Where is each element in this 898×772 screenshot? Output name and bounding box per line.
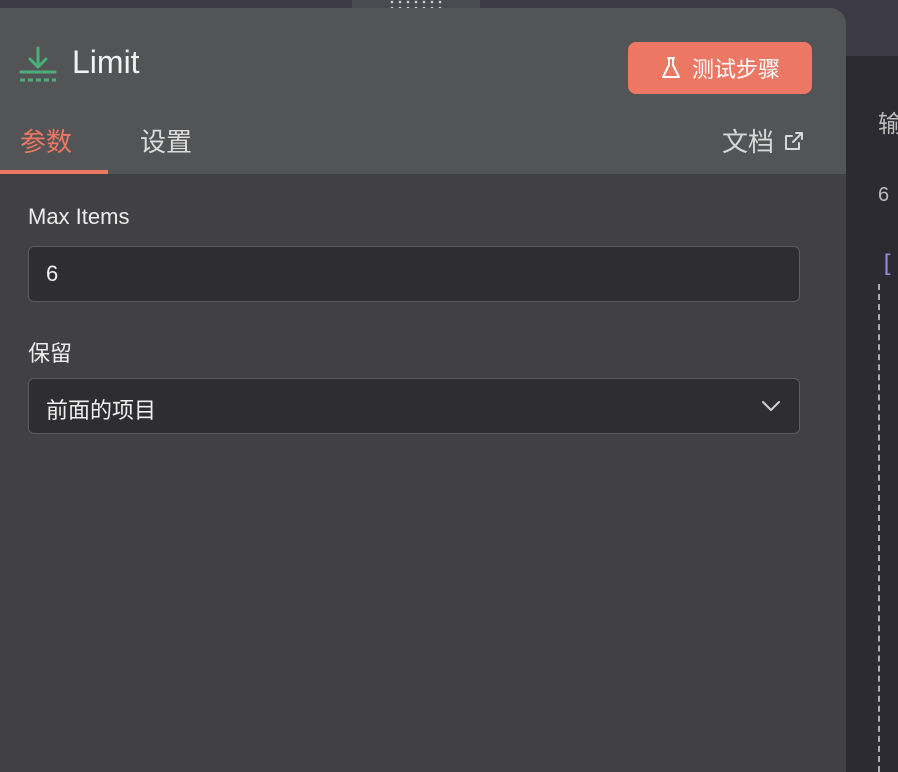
keep-select[interactable]: 前面的项目 <box>28 378 800 434</box>
json-indent-guide <box>878 284 880 772</box>
node-title: Limit <box>72 44 140 80</box>
external-link-icon <box>785 131 804 150</box>
test-step-label: 测试步骤 <box>691 57 780 82</box>
docs-label: 文档 <box>722 127 775 157</box>
test-step-button[interactable]: 测试步骤 <box>628 42 812 94</box>
download-limit-icon <box>19 46 57 82</box>
output-heading: 输 <box>878 111 898 138</box>
node-parameters-panel: Limit 测试步骤 参数 设置 文档 Max Items 保留 前面的项 <box>0 8 846 772</box>
max-items-label: Max Items <box>28 204 130 229</box>
max-items-field[interactable] <box>28 246 800 302</box>
tab-settings[interactable]: 设置 <box>140 122 192 159</box>
docs-link[interactable]: 文档 <box>722 122 804 159</box>
max-items-input[interactable] <box>29 247 799 301</box>
flask-icon <box>661 57 680 78</box>
output-item-count: 6 <box>878 184 890 206</box>
panel-header: Limit 测试步骤 参数 设置 文档 <box>0 8 846 174</box>
active-tab-indicator <box>0 170 108 174</box>
tab-parameters[interactable]: 参数 <box>20 122 72 159</box>
keep-select-value: 前面的项目 <box>46 398 157 423</box>
chevron-down-icon <box>762 401 780 411</box>
keep-label: 保留 <box>28 341 73 366</box>
json-open-bracket: [ <box>880 250 895 278</box>
output-panel: 输 6 [ <box>846 56 898 772</box>
